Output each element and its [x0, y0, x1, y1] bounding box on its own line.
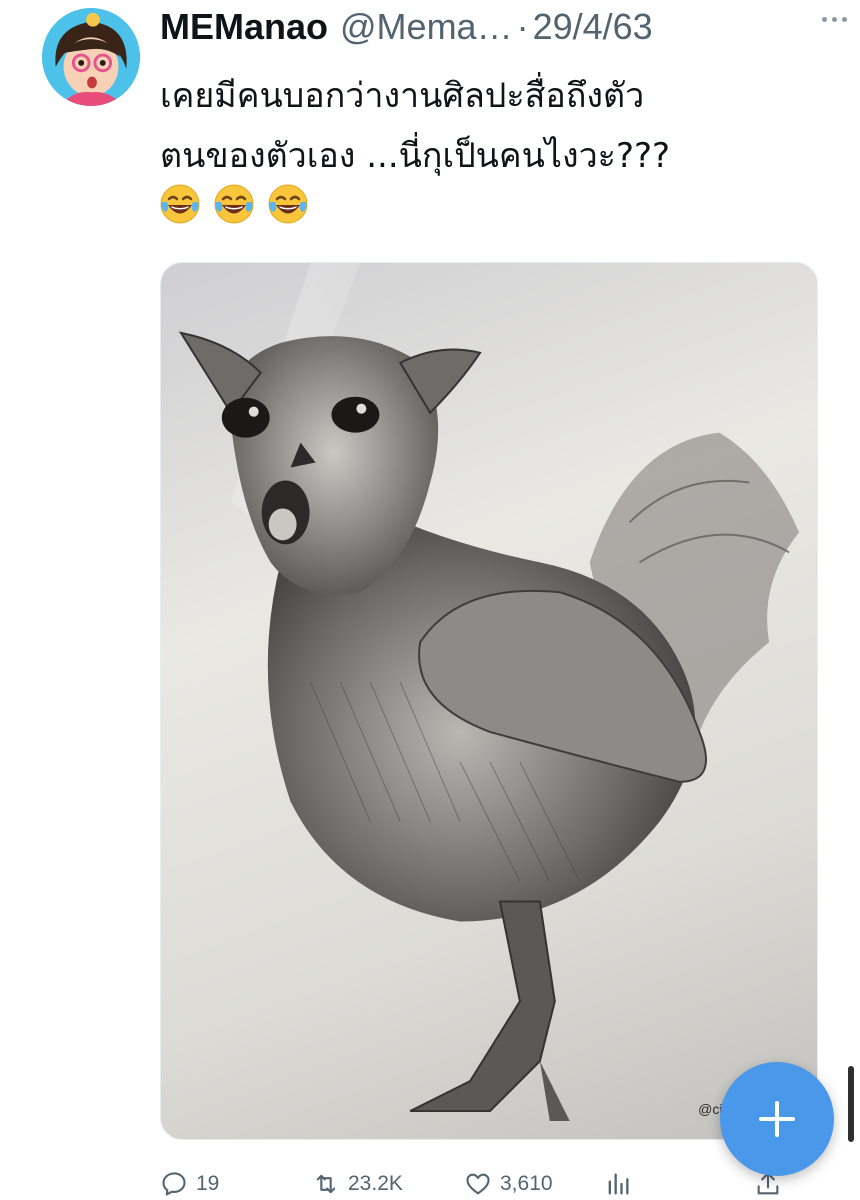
tweet-date[interactable]: 29/4/63 — [533, 6, 653, 48]
avatar-image — [42, 8, 140, 106]
separator-dot: · — [516, 6, 529, 47]
reply-count: 19 — [196, 1172, 220, 1195]
user-handle[interactable]: @Mema… — [340, 6, 513, 48]
tweet-actions: 19 23.2K 3,610 — [160, 1164, 820, 1200]
tweet-text: เคยมีคนบอกว่างานศิลปะสื่อถึงตัว ตนของตัว… — [160, 66, 820, 186]
scrollbar[interactable] — [848, 1066, 854, 1142]
like-icon — [466, 1173, 490, 1195]
tweet-media-image[interactable]: @citr — [160, 262, 818, 1140]
laughing-tears-emoji-icon — [214, 184, 254, 224]
retweet-icon — [316, 1174, 336, 1194]
retweet-count: 23.2K — [348, 1172, 403, 1195]
like-count: 3,610 — [500, 1172, 553, 1195]
laughing-tears-emoji-icon — [268, 184, 308, 224]
tweet: MEManao @Mema… · 29/4/63 เคยมีคนบอกว่างา… — [0, 0, 860, 1200]
reply-icon — [162, 1172, 186, 1196]
tweet-text-line-2: ตนของตัวเอง ...นี่กุเป็นคนไงวะ??? — [160, 136, 671, 176]
laughing-tears-emoji-icon — [160, 184, 200, 224]
views-icon — [608, 1173, 629, 1195]
display-name[interactable]: MEManao — [160, 6, 328, 48]
reply-button[interactable]: 19 — [160, 1170, 312, 1198]
views-button[interactable] — [604, 1170, 754, 1198]
plus-icon — [759, 1101, 795, 1137]
tweet-header: MEManao @Mema… · 29/4/63 — [160, 6, 840, 52]
retweet-button[interactable]: 23.2K — [312, 1170, 464, 1198]
avatar[interactable] — [42, 8, 140, 106]
tweet-text-line-1: เคยมีคนบอกว่างานศิลปะสื่อถึงตัว — [160, 76, 645, 116]
like-button[interactable]: 3,610 — [464, 1170, 604, 1198]
pencil-sketch-bird-drawing — [178, 263, 800, 1122]
compose-tweet-button[interactable] — [720, 1062, 834, 1176]
emoji-row — [158, 182, 310, 226]
more-options-icon[interactable] — [814, 4, 854, 34]
